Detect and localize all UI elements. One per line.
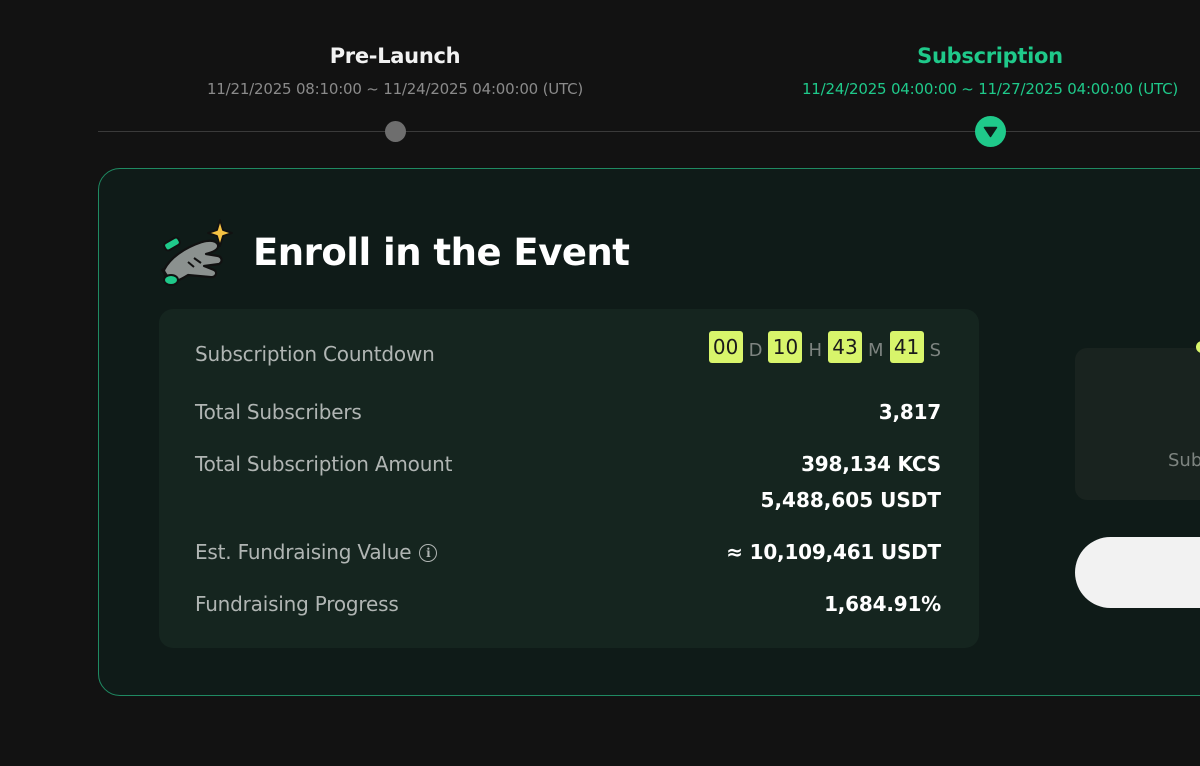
subscribers-label: Total Subscribers xyxy=(195,400,362,424)
phase-subscription-marker xyxy=(975,116,1006,147)
countdown-days: 00 xyxy=(708,331,743,363)
subscribe-button[interactable] xyxy=(1075,537,1200,608)
subscribe-panel: Sub xyxy=(1075,348,1200,500)
countdown-minutes: 43 xyxy=(828,331,863,363)
phase-subscription-title: Subscription xyxy=(917,44,1063,68)
subscribers-value: 3,817 xyxy=(878,400,941,424)
countdown-seconds-unit: S xyxy=(929,339,941,361)
amount-label: Total Subscription Amount xyxy=(195,452,453,476)
countdown-timer: 00 D 10 H 43 M 41 S xyxy=(708,331,941,363)
amount-usdt-value: 5,488,605 USDT xyxy=(760,488,941,512)
progress-value: 1,684.91% xyxy=(824,592,941,616)
info-icon[interactable]: i xyxy=(419,544,438,562)
phase-prelaunch-marker xyxy=(385,121,406,142)
progress-label: Fundraising Progress xyxy=(195,592,399,616)
countdown-hours: 10 xyxy=(768,331,803,363)
card-title: Enroll in the Event xyxy=(253,231,630,274)
fundraising-value-label: Est. Fundraising Value xyxy=(195,540,412,564)
countdown-minutes-unit: M xyxy=(868,339,884,361)
subscribe-panel-text: Sub xyxy=(1168,450,1200,471)
phase-subscription-date: 11/24/2025 04:00:00 ~ 11/27/2025 04:00:0… xyxy=(801,80,1179,98)
phase-prelaunch-title: Pre-Launch xyxy=(329,44,461,68)
fundraising-value-label-wrap: Est. Fundraising Value i xyxy=(195,540,438,564)
phase-prelaunch-date: 11/21/2025 08:10:00 ~ 11/24/2025 04:00:0… xyxy=(206,80,584,98)
countdown-seconds: 41 xyxy=(889,331,924,363)
timeline-track xyxy=(98,131,1200,132)
countdown-days-unit: D xyxy=(748,339,763,361)
fundraising-value: ≈ 10,109,461 USDT xyxy=(726,540,941,564)
hand-sparkle-icon xyxy=(160,219,233,286)
phase-prelaunch: Pre-Launch 11/21/2025 08:10:00 ~ 11/24/2… xyxy=(145,44,645,98)
triangle-down-icon xyxy=(983,126,998,137)
amount-kcs-value: 398,134 KCS xyxy=(801,452,941,476)
subscription-stats-panel: Subscription Countdown 00 D 10 H 43 M 41… xyxy=(159,309,979,648)
countdown-label: Subscription Countdown xyxy=(195,342,435,366)
countdown-hours-unit: H xyxy=(808,339,823,361)
phase-subscription: Subscription 11/24/2025 04:00:00 ~ 11/27… xyxy=(740,44,1200,98)
